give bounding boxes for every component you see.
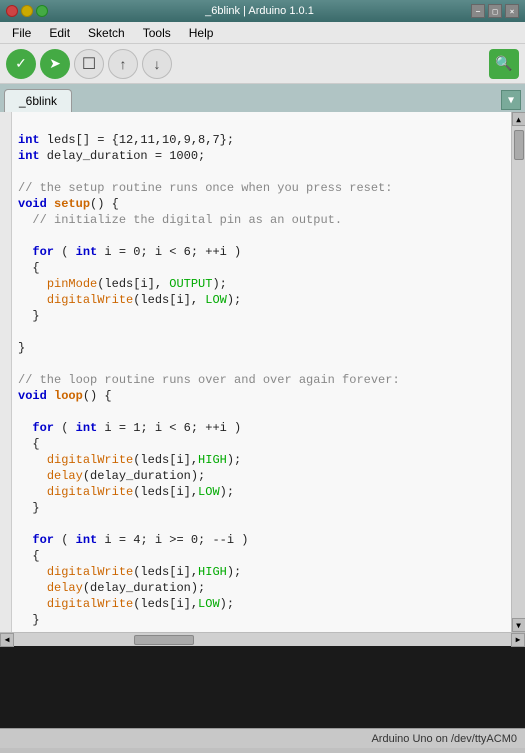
editor-area: int leds[] = {12,11,10,9,8,7}; int delay…	[0, 112, 525, 632]
title-bar: _6blink | Arduino 1.0.1 − □ ×	[0, 0, 525, 22]
scroll-track-v[interactable]	[512, 126, 525, 618]
tab-bar: _6blink ▼	[0, 84, 525, 112]
scroll-left-button[interactable]: ◀	[0, 633, 14, 647]
window-title: _6blink | Arduino 1.0.1	[52, 5, 467, 17]
scroll-right-button[interactable]: ▶	[511, 633, 525, 647]
window-controls[interactable]	[6, 5, 48, 17]
win-btn-3[interactable]: ×	[505, 4, 519, 18]
tab-dropdown-button[interactable]: ▼	[501, 90, 521, 110]
close-icon[interactable]	[6, 5, 18, 17]
toolbar: ✓ ➤ ☐ ↑ ↓ 🔍	[0, 44, 525, 84]
scroll-thumb-h[interactable]	[134, 635, 194, 645]
maximize-icon[interactable]	[36, 5, 48, 17]
tab-6blink[interactable]: _6blink	[4, 89, 72, 112]
line-numbers	[0, 112, 12, 632]
open-button[interactable]: ↑	[108, 49, 138, 79]
menu-sketch[interactable]: Sketch	[80, 24, 133, 42]
title-bar-right-buttons: − □ ×	[471, 4, 519, 18]
menu-edit[interactable]: Edit	[41, 24, 78, 42]
scroll-up-button[interactable]: ▲	[512, 112, 525, 126]
serial-monitor-button[interactable]: 🔍	[489, 49, 519, 79]
scroll-track-h[interactable]	[14, 633, 511, 646]
win-btn-1[interactable]: −	[471, 4, 485, 18]
save-button[interactable]: ↓	[142, 49, 172, 79]
win-btn-2[interactable]: □	[488, 4, 502, 18]
horizontal-scrollbar[interactable]: ◀ ▶	[0, 632, 525, 646]
menu-file[interactable]: File	[4, 24, 39, 42]
new-button[interactable]: ☐	[74, 49, 104, 79]
scroll-thumb-v[interactable]	[514, 130, 524, 160]
verify-button[interactable]: ✓	[6, 49, 36, 79]
minimize-icon[interactable]	[21, 5, 33, 17]
upload-button[interactable]: ➤	[40, 49, 70, 79]
status-text: Arduino Uno on /dev/ttyACM0	[371, 733, 517, 745]
menu-bar: File Edit Sketch Tools Help	[0, 22, 525, 44]
code-editor[interactable]: int leds[] = {12,11,10,9,8,7}; int delay…	[12, 112, 511, 632]
status-bar: Arduino Uno on /dev/ttyACM0	[0, 728, 525, 748]
console-area	[0, 646, 525, 728]
menu-tools[interactable]: Tools	[135, 24, 179, 42]
scroll-down-button[interactable]: ▼	[512, 618, 525, 632]
menu-help[interactable]: Help	[181, 24, 222, 42]
vertical-scrollbar[interactable]: ▲ ▼	[511, 112, 525, 632]
